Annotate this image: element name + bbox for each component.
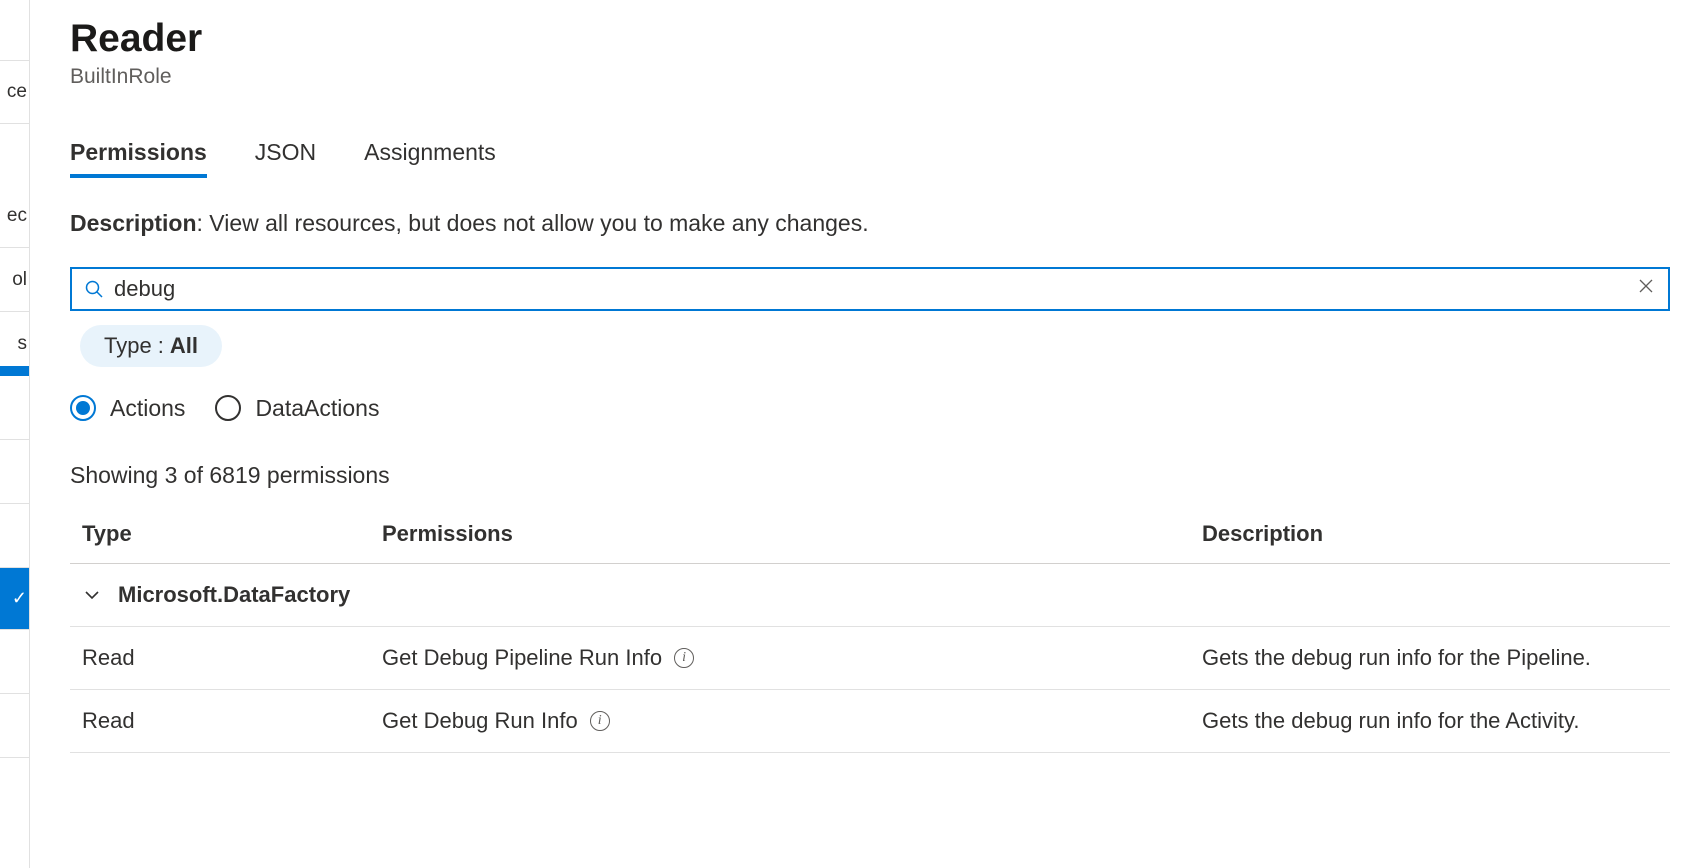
cell-type: Read xyxy=(82,708,382,734)
left-rail-item[interactable] xyxy=(0,376,29,440)
radio-label: Actions xyxy=(110,395,185,422)
cell-type: Read xyxy=(82,645,382,671)
main-content: Reader BuiltInRole Permissions JSON Assi… xyxy=(30,0,1696,868)
page-title: Reader xyxy=(70,18,1696,61)
filter-value: All xyxy=(170,333,198,359)
left-rail-item-active[interactable]: ✓ xyxy=(0,568,29,630)
group-name: Microsoft.DataFactory xyxy=(118,582,350,608)
left-rail-item[interactable]: ec xyxy=(0,184,29,248)
cell-permission: Get Debug Run Info i xyxy=(382,708,1202,734)
page-subtitle: BuiltInRole xyxy=(70,65,1696,89)
left-rail-item[interactable]: s xyxy=(0,312,29,376)
description-text: : View all resources, but does not allow… xyxy=(197,210,869,236)
tab-json[interactable]: JSON xyxy=(255,139,316,176)
radio-label: DataActions xyxy=(255,395,379,422)
tab-permissions[interactable]: Permissions xyxy=(70,139,207,176)
radio-button xyxy=(215,395,241,421)
tab-assignments[interactable]: Assignments xyxy=(364,139,496,176)
search-input[interactable] xyxy=(114,276,1634,302)
left-rail-item[interactable] xyxy=(0,694,29,758)
chevron-down-icon xyxy=(82,585,102,605)
search-icon xyxy=(84,279,104,299)
table-row[interactable]: Read Get Debug Pipeline Run Info i Gets … xyxy=(70,627,1670,690)
result-count: Showing 3 of 6819 permissions xyxy=(70,462,1696,489)
cell-description: Gets the debug run info for the Pipeline… xyxy=(1202,645,1658,671)
left-rail-label: ol xyxy=(12,269,27,291)
left-rail-label: ec xyxy=(7,205,27,227)
group-row[interactable]: Microsoft.DataFactory xyxy=(70,564,1670,627)
search-box[interactable] xyxy=(70,267,1670,311)
info-icon[interactable]: i xyxy=(590,711,610,731)
left-rail-item[interactable]: ce xyxy=(0,60,29,124)
left-rail: ce ec ol s ✓ xyxy=(0,0,30,868)
column-header-type[interactable]: Type xyxy=(82,521,382,547)
info-icon[interactable]: i xyxy=(674,648,694,668)
left-rail-item[interactable] xyxy=(0,630,29,694)
scope-radio-group: Actions DataActions xyxy=(70,395,1696,422)
left-rail-label: s xyxy=(18,333,28,355)
permission-name: Get Debug Run Info xyxy=(382,708,578,734)
tabs: Permissions JSON Assignments xyxy=(70,139,1696,176)
cell-description: Gets the debug run info for the Activity… xyxy=(1202,708,1658,734)
table-row[interactable]: Read Get Debug Run Info i Gets the debug… xyxy=(70,690,1670,753)
cell-permission: Get Debug Pipeline Run Info i xyxy=(382,645,1202,671)
left-rail-item[interactable] xyxy=(0,440,29,504)
radio-button-selected xyxy=(70,395,96,421)
left-rail-label: ce xyxy=(7,81,27,103)
clear-icon[interactable] xyxy=(1634,277,1658,300)
table-header: Type Permissions Description xyxy=(70,507,1670,564)
description-label: Description xyxy=(70,210,197,236)
filter-label: Type : xyxy=(104,333,164,359)
type-filter-pill[interactable]: Type : All xyxy=(80,325,222,367)
role-description: Description: View all resources, but doe… xyxy=(70,210,1696,237)
permissions-table: Type Permissions Description Microsoft.D… xyxy=(70,507,1670,753)
left-rail-item[interactable] xyxy=(0,504,29,568)
radio-actions[interactable]: Actions xyxy=(70,395,185,422)
column-header-description[interactable]: Description xyxy=(1202,521,1658,547)
column-header-permissions[interactable]: Permissions xyxy=(382,521,1202,547)
check-icon: ✓ xyxy=(12,588,27,609)
left-rail-item[interactable]: ol xyxy=(0,248,29,312)
permission-name: Get Debug Pipeline Run Info xyxy=(382,645,662,671)
radio-data-actions[interactable]: DataActions xyxy=(215,395,379,422)
